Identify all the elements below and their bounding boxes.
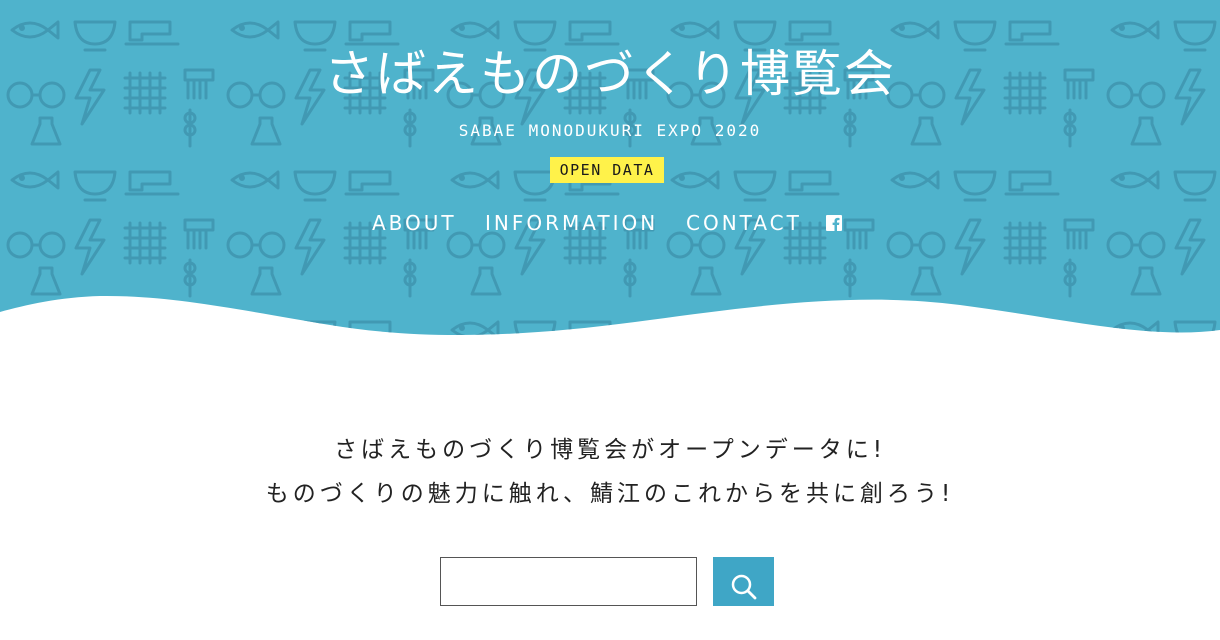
search-button[interactable]	[713, 557, 774, 606]
nav-about-link[interactable]: ABOUT	[372, 208, 457, 238]
intro-text: さばえものづくり博覧会がオープンデータに! ものづくりの魅力に触れ、鯖江のこれか…	[0, 428, 1220, 516]
search-icon	[731, 574, 756, 600]
site-title: さばえものづくり博覧会	[324, 45, 896, 103]
intro-line-2: ものづくりの魅力に触れ、鯖江のこれからを共に創ろう!	[265, 481, 955, 507]
search-input[interactable]	[440, 557, 697, 606]
facebook-icon[interactable]	[826, 215, 842, 231]
nav-contact-link[interactable]: CONTACT	[686, 208, 802, 238]
main-nav: ABOUT INFORMATION CONTACT	[0, 208, 1220, 238]
nav-information-link[interactable]: INFORMATION	[485, 208, 658, 238]
hero-header: さばえものづくり博覧会 SABAE MONODUKURI EXPO 2020 O…	[0, 0, 1220, 345]
site-subtitle: SABAE MONODUKURI EXPO 2020	[458, 121, 762, 140]
intro-line-1: さばえものづくり博覧会がオープンデータに!	[334, 437, 886, 463]
open-data-badge: OPEN DATA	[550, 157, 664, 183]
